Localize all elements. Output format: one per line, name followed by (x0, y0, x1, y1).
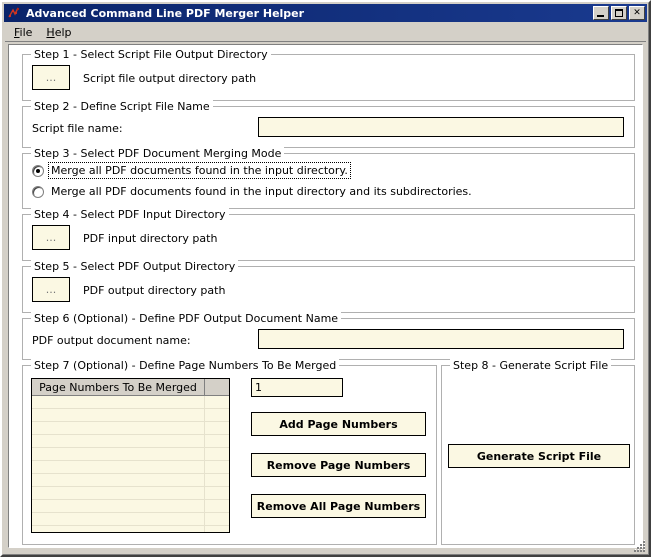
group-step4-legend: Step 4 - Select PDF Input Directory (31, 208, 229, 221)
app-icon (6, 5, 22, 21)
title-bar[interactable]: Advanced Command Line PDF Merger Helper … (4, 4, 647, 22)
pdf-output-document-name-input[interactable] (258, 329, 624, 349)
table-row[interactable] (32, 500, 229, 513)
merge-mode-radio-directory[interactable]: Merge all PDF documents found in the inp… (32, 162, 351, 179)
table-row[interactable] (32, 448, 229, 461)
step1-browse-button[interactable]: ... (32, 65, 70, 90)
close-icon: ✕ (633, 7, 641, 18)
step5-path-label: PDF output directory path (83, 284, 226, 297)
table-row[interactable] (32, 422, 229, 435)
table-row[interactable] (32, 487, 229, 500)
group-step2: Step 2 - Define Script File Name Script … (22, 100, 635, 148)
table-cell-extra (204, 422, 229, 434)
close-button[interactable]: ✕ (629, 6, 645, 20)
step2-field-label: Script file name: (32, 122, 123, 135)
add-page-numbers-button[interactable]: Add Page Numbers (251, 412, 426, 436)
step1-path-label: Script file output directory path (83, 72, 257, 85)
table-row[interactable] (32, 409, 229, 422)
merge-mode-radio-subdirectories[interactable]: Merge all PDF documents found in the inp… (32, 184, 474, 199)
group-step5-legend: Step 5 - Select PDF Output Directory (31, 260, 239, 273)
client-area: Step 1 - Select Script File Output Direc… (5, 41, 646, 552)
listview-header: Page Numbers To Be Merged (32, 379, 229, 396)
listview-column-extra[interactable] (205, 379, 229, 396)
group-step8-legend: Step 8 - Generate Script File (450, 359, 612, 372)
table-cell-extra (204, 474, 229, 486)
step4-path-label: PDF input directory path (83, 232, 218, 245)
table-row[interactable] (32, 513, 229, 526)
remove-page-numbers-button[interactable]: Remove Page Numbers (251, 453, 426, 477)
table-cell-extra (204, 448, 229, 460)
group-step3-legend: Step 3 - Select PDF Document Merging Mod… (31, 147, 285, 160)
table-cell-page-number (32, 448, 204, 460)
table-cell-page-number (32, 513, 204, 525)
table-row[interactable] (32, 474, 229, 487)
table-row[interactable] (32, 435, 229, 448)
group-step1-legend: Step 1 - Select Script File Output Direc… (31, 48, 271, 61)
group-step6: Step 6 (Optional) - Define PDF Output Do… (22, 312, 635, 360)
group-step5: Step 5 - Select PDF Output Directory ...… (22, 260, 635, 313)
table-cell-extra (204, 461, 229, 473)
remove-all-page-numbers-button[interactable]: Remove All Page Numbers (251, 494, 426, 518)
window-title: Advanced Command Line PDF Merger Helper (26, 6, 305, 20)
content-panel: Step 1 - Select Script File Output Direc… (8, 44, 643, 548)
table-cell-extra (204, 526, 229, 532)
step5-browse-button[interactable]: ... (32, 277, 70, 302)
menu-item-help[interactable]: Help (39, 24, 78, 41)
table-cell-extra (204, 435, 229, 447)
table-cell-page-number (32, 435, 204, 447)
group-step4: Step 4 - Select PDF Input Directory ... … (22, 208, 635, 261)
radio-unchecked-icon (32, 185, 44, 198)
table-row[interactable] (32, 461, 229, 474)
page-number-input[interactable] (251, 378, 343, 397)
step6-field-label: PDF output document name: (32, 334, 191, 347)
window-controls: ✕ (593, 6, 645, 20)
radio-checked-icon (32, 164, 44, 177)
maximize-button[interactable] (611, 6, 627, 20)
group-step8: Step 8 - Generate Script File Generate S… (441, 359, 635, 545)
table-cell-extra (204, 500, 229, 512)
generate-script-file-button[interactable]: Generate Script File (448, 444, 630, 468)
step4-browse-button[interactable]: ... (32, 225, 70, 250)
table-cell-extra (204, 396, 229, 408)
merge-mode-radio-directory-label: Merge all PDF documents found in the inp… (48, 162, 351, 179)
group-step3: Step 3 - Select PDF Document Merging Mod… (22, 147, 635, 209)
group-step6-legend: Step 6 (Optional) - Define PDF Output Do… (31, 312, 342, 325)
group-step7: Step 7 (Optional) - Define Page Numbers … (22, 359, 437, 545)
table-cell-page-number (32, 500, 204, 512)
page-numbers-listview[interactable]: Page Numbers To Be Merged (31, 378, 230, 533)
group-step2-legend: Step 2 - Define Script File Name (31, 100, 213, 113)
listview-column-page-numbers[interactable]: Page Numbers To Be Merged (32, 379, 205, 396)
table-row[interactable] (32, 526, 229, 532)
listview-body[interactable] (32, 396, 229, 532)
application-window: Advanced Command Line PDF Merger Helper … (0, 0, 651, 557)
table-cell-extra (204, 409, 229, 421)
menu-bar: File Help (5, 23, 646, 41)
script-file-name-input[interactable] (258, 117, 624, 137)
menu-item-file[interactable]: File (7, 24, 39, 41)
table-cell-page-number (32, 487, 204, 499)
table-cell-page-number (32, 461, 204, 473)
table-cell-extra (204, 487, 229, 499)
maximize-icon (615, 9, 623, 17)
table-cell-page-number (32, 409, 204, 421)
group-step1: Step 1 - Select Script File Output Direc… (22, 48, 635, 101)
merge-mode-radio-subdirectories-label: Merge all PDF documents found in the inp… (51, 185, 472, 198)
table-cell-page-number (32, 526, 204, 532)
table-cell-extra (204, 513, 229, 525)
table-cell-page-number (32, 422, 204, 434)
table-cell-page-number (32, 396, 204, 408)
table-cell-page-number (32, 474, 204, 486)
table-row[interactable] (32, 396, 229, 409)
minimize-icon (597, 15, 604, 17)
minimize-button[interactable] (593, 6, 609, 20)
group-step7-legend: Step 7 (Optional) - Define Page Numbers … (31, 359, 340, 372)
resize-grip[interactable] (633, 539, 647, 553)
